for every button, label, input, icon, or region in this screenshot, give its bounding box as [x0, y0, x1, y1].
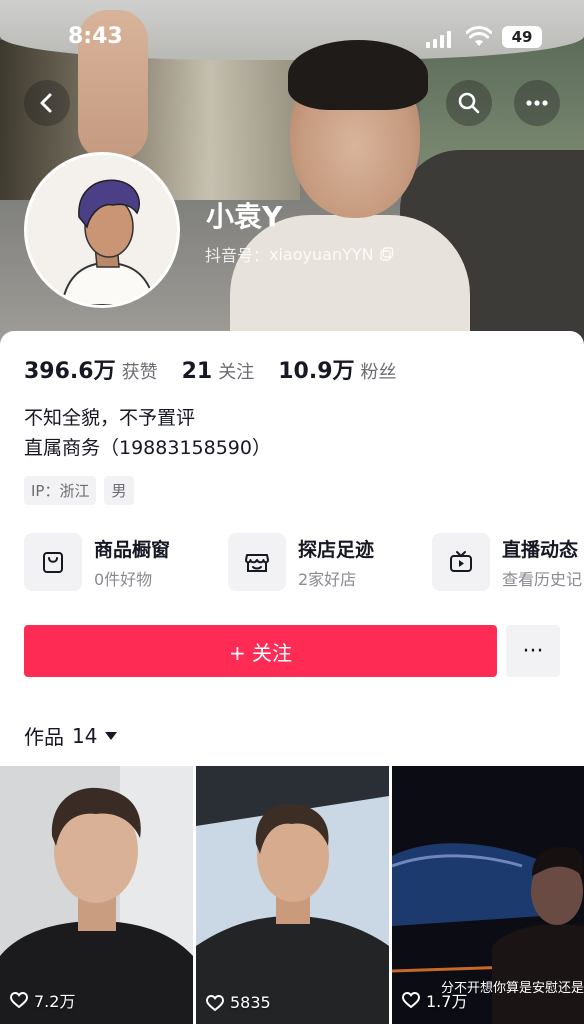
wifi-icon: [466, 26, 492, 46]
heart-icon: [206, 994, 224, 1011]
video-likes: 1.7万: [402, 988, 467, 1012]
bio-line-2: 直属商务（19883158590）: [24, 437, 271, 459]
feature-store-visits-subtitle: 2家好店: [298, 569, 357, 589]
video-grid: 7.2万 5835 分不开想你算是安慰还是 1.7万: [0, 766, 584, 1024]
feature-store-visits-title: 探店足迹: [298, 538, 375, 561]
douyin-id: 抖音号： xiaoyuanYYN: [205, 242, 394, 266]
video-thumbnail-image: [0, 766, 193, 1024]
copy-icon[interactable]: [379, 247, 394, 261]
more-dots-icon: [526, 100, 548, 106]
followers-label: 粉丝: [360, 362, 397, 383]
back-button[interactable]: [24, 80, 70, 126]
feature-live-history-subtitle: 查看历史记: [502, 569, 583, 589]
douyin-id-label: 抖音号：: [205, 246, 270, 265]
tab-works[interactable]: 作品 14: [24, 721, 118, 750]
more-options-button[interactable]: [514, 80, 560, 126]
followers-count[interactable]: 10.9万: [278, 353, 354, 385]
feature-shop-window-subtitle: 0件好物: [94, 569, 153, 589]
video-likes: 7.2万: [10, 988, 75, 1012]
video-thumbnail[interactable]: 5835: [196, 766, 389, 1024]
video-thumbnail[interactable]: 分不开想你算是安慰还是 1.7万: [392, 766, 584, 1024]
likes-label: 获赞: [121, 362, 158, 383]
bio-line-1: 不知全貌，不予置评: [24, 407, 196, 429]
feature-live-history[interactable]: 直播动态 查看历史记: [432, 533, 582, 591]
works-tab-count: 14: [72, 723, 98, 748]
gender-tag: 男: [104, 476, 134, 505]
following-label: 关注: [218, 362, 255, 383]
store-icon: [228, 533, 286, 591]
video-likes-count: 7.2万: [34, 992, 76, 1011]
video-likes-count: 5835: [230, 993, 271, 1012]
bio: 不知全貌，不予置评 直属商务（19883158590）: [24, 403, 271, 463]
more-actions-button[interactable]: ···: [506, 625, 560, 677]
battery-icon: 49: [502, 26, 542, 48]
video-likes: 5835: [206, 993, 271, 1012]
feature-entries: 商品橱窗 0件好物 探店足迹 2家好店 直播动态 查看历史记: [24, 533, 584, 597]
follow-button[interactable]: + 关注: [24, 625, 497, 677]
cellular-signal-icon: [426, 30, 451, 48]
feature-store-visits[interactable]: 探店足迹 2家好店: [228, 533, 374, 591]
caret-down-icon: [105, 731, 118, 740]
feature-shop-window[interactable]: 商品橱窗 0件好物: [24, 533, 170, 591]
profile-name: 小袁Y: [206, 200, 283, 233]
douyin-id-value: xiaoyuanYYN: [269, 244, 374, 264]
video-likes-count: 1.7万: [426, 992, 468, 1011]
ip-location-tag: IP：浙江: [24, 476, 97, 505]
heart-icon: [402, 992, 420, 1008]
tv-icon: [432, 533, 490, 591]
stats-row: 396.6万 获赞 21 关注 10.9万 粉丝: [24, 353, 421, 385]
video-thumbnail[interactable]: 7.2万: [0, 766, 193, 1024]
status-bar: 8:43 49: [0, 24, 584, 54]
feature-shop-window-title: 商品橱窗: [94, 538, 171, 561]
search-button[interactable]: [446, 80, 492, 126]
likes-count[interactable]: 396.6万: [24, 353, 116, 385]
avatar[interactable]: [24, 152, 180, 308]
works-tab-label: 作品: [24, 725, 64, 749]
status-time: 8:43: [68, 24, 123, 49]
chevron-left-icon: [40, 93, 52, 113]
heart-icon: [10, 992, 28, 1008]
avatar-illustration: [27, 155, 177, 305]
shopping-bag-icon: [24, 533, 82, 591]
following-count[interactable]: 21: [182, 359, 213, 384]
feature-live-history-title: 直播动态: [502, 538, 579, 561]
video-thumbnail-image: [196, 766, 389, 1024]
search-icon: [458, 92, 480, 114]
profile-tags: IP：浙江 男: [24, 476, 134, 505]
